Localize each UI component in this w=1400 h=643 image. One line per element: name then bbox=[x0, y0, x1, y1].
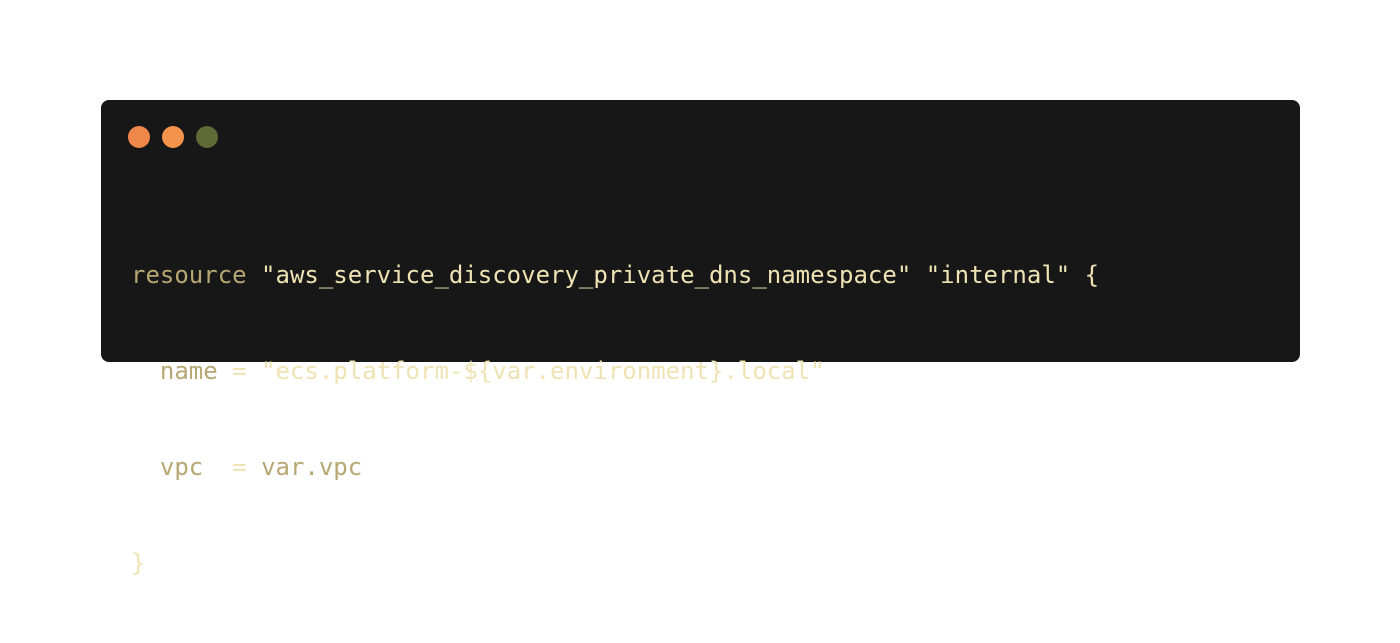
code-window: resource "aws_service_discovery_private_… bbox=[101, 100, 1300, 577]
resource-type-string: "aws_service_discovery_private_dns_names… bbox=[261, 261, 912, 289]
vpc-value-reference: var.vpc bbox=[261, 453, 363, 481]
name-attribute: name bbox=[159, 357, 218, 385]
code-block: resource "aws_service_discovery_private_… bbox=[131, 195, 1099, 643]
name-value-string: "ecs.platform-${var.environment}.local" bbox=[261, 357, 825, 385]
assign-operator: = bbox=[203, 453, 262, 481]
resource-name-string: "internal" bbox=[925, 261, 1071, 289]
maximize-dot-icon[interactable] bbox=[196, 126, 218, 148]
resource-keyword: resource bbox=[131, 261, 247, 289]
minimize-dot-icon[interactable] bbox=[162, 126, 184, 148]
code-line-3: vpc = var.vpc bbox=[131, 451, 1099, 483]
code-line-1: resource "aws_service_discovery_private_… bbox=[131, 259, 1099, 291]
vpc-attribute: vpc bbox=[159, 453, 204, 481]
window-controls bbox=[128, 126, 218, 148]
code-line-4: } bbox=[131, 547, 1099, 579]
close-dot-icon[interactable] bbox=[128, 126, 150, 148]
open-brace: { bbox=[1084, 261, 1100, 289]
assign-operator: = bbox=[217, 357, 262, 385]
code-line-2: name = "ecs.platform-${var.environment}.… bbox=[131, 355, 1099, 387]
close-brace: } bbox=[131, 549, 146, 577]
